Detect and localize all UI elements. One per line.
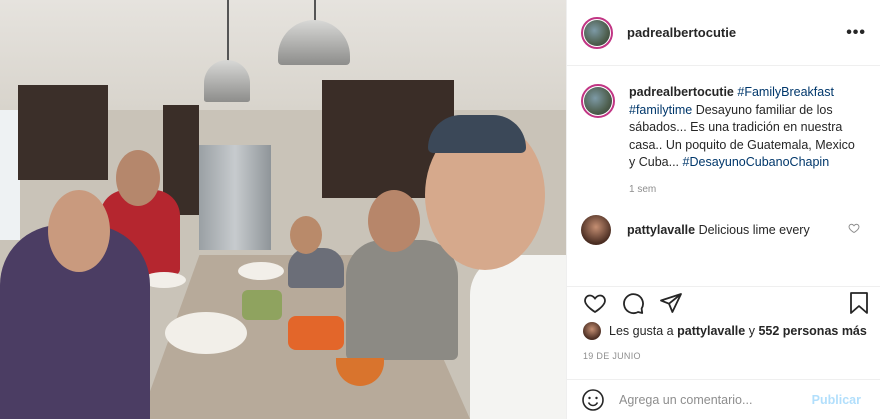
bookmark-icon-glyph — [850, 292, 868, 314]
likes-summary[interactable]: Les gusta a pattylavalle y 552 personas … — [583, 322, 867, 340]
bookmark-icon[interactable] — [847, 291, 871, 315]
add-comment-bar: Agrega un comentario... Publicar — [567, 379, 880, 419]
comment-text: pattylavalle Delicious lime every — [627, 223, 810, 237]
more-icon[interactable]: ••• — [846, 24, 866, 42]
share-icon-glyph — [660, 293, 682, 313]
caption-timestamp[interactable]: 1 sem — [629, 184, 866, 195]
photo-dish — [242, 290, 282, 320]
heart-outline-glyph — [848, 223, 860, 234]
likes-count[interactable]: 552 personas más — [758, 324, 866, 338]
liker-avatar[interactable] — [583, 322, 601, 340]
emoji-icon[interactable] — [581, 388, 605, 412]
comment-input[interactable]: Agrega un comentario... — [619, 393, 812, 407]
photo-pendant-lamp — [204, 60, 250, 102]
hashtag-link[interactable]: #FamilyBreakfast — [737, 85, 834, 99]
photo-fridge — [199, 145, 271, 250]
photo-cap — [428, 115, 526, 153]
photo-cabinet-left — [18, 85, 108, 180]
author-avatar-image — [584, 19, 610, 46]
caption-username[interactable]: padrealbertocutie — [629, 85, 734, 99]
photo-lamp-cord — [227, 0, 229, 62]
commenter-avatar[interactable] — [581, 214, 611, 245]
photo-person-body — [470, 255, 566, 419]
heart-icon[interactable] — [583, 291, 607, 315]
comments-panel[interactable]: padrealbertocutie #FamilyBreakfast #fami… — [567, 66, 880, 286]
caption-avatar-image — [584, 87, 612, 115]
publish-button[interactable]: Publicar — [812, 393, 861, 407]
likes-prefix: Les gusta a — [609, 324, 674, 338]
photo-person-body — [288, 248, 344, 288]
author-username[interactable]: padrealbertocutie — [627, 25, 736, 40]
post-date[interactable]: 19 DE JUNIO — [583, 351, 641, 361]
photo-plate — [165, 312, 247, 354]
caption-avatar[interactable] — [581, 84, 615, 118]
photo-person-body — [346, 240, 458, 360]
emoji-icon-glyph — [582, 388, 604, 411]
commenter-username[interactable]: pattylavalle — [627, 223, 695, 237]
photo-person-head — [48, 190, 110, 272]
post-sidebar: padrealbertocutie ••• padrealbertocutie … — [566, 0, 880, 419]
comment-body: Delicious lime every — [698, 222, 810, 237]
photo-window — [0, 110, 20, 240]
comment-like-icon[interactable] — [848, 222, 860, 237]
post-photo[interactable] — [0, 0, 566, 419]
comment-icon[interactable] — [621, 291, 645, 315]
post-actions — [567, 286, 880, 320]
photo-person-head — [116, 150, 160, 206]
share-icon[interactable] — [659, 291, 683, 315]
photo-person-head — [290, 216, 322, 254]
photo-person-head — [368, 190, 420, 252]
comment-icon-glyph — [623, 293, 644, 315]
likes-conjunction: y — [748, 324, 755, 338]
liker-username[interactable]: pattylavalle — [677, 324, 745, 338]
photo-dish — [288, 316, 344, 350]
photo-plate — [238, 262, 284, 280]
caption-body: padrealbertocutie #FamilyBreakfast #fami… — [629, 84, 861, 172]
hashtag-link[interactable]: #familytime — [629, 103, 692, 117]
photo-lamp-cord — [314, 0, 316, 22]
post-caption: padrealbertocutie #FamilyBreakfast #fami… — [581, 84, 866, 172]
author-avatar[interactable] — [581, 16, 613, 49]
heart-icon-glyph — [584, 294, 606, 314]
post-header: padrealbertocutie ••• — [567, 0, 880, 66]
hashtag-link[interactable]: #DesayunoCubanoChapin — [683, 155, 830, 169]
comment-item: pattylavalle Delicious lime every — [581, 214, 866, 245]
